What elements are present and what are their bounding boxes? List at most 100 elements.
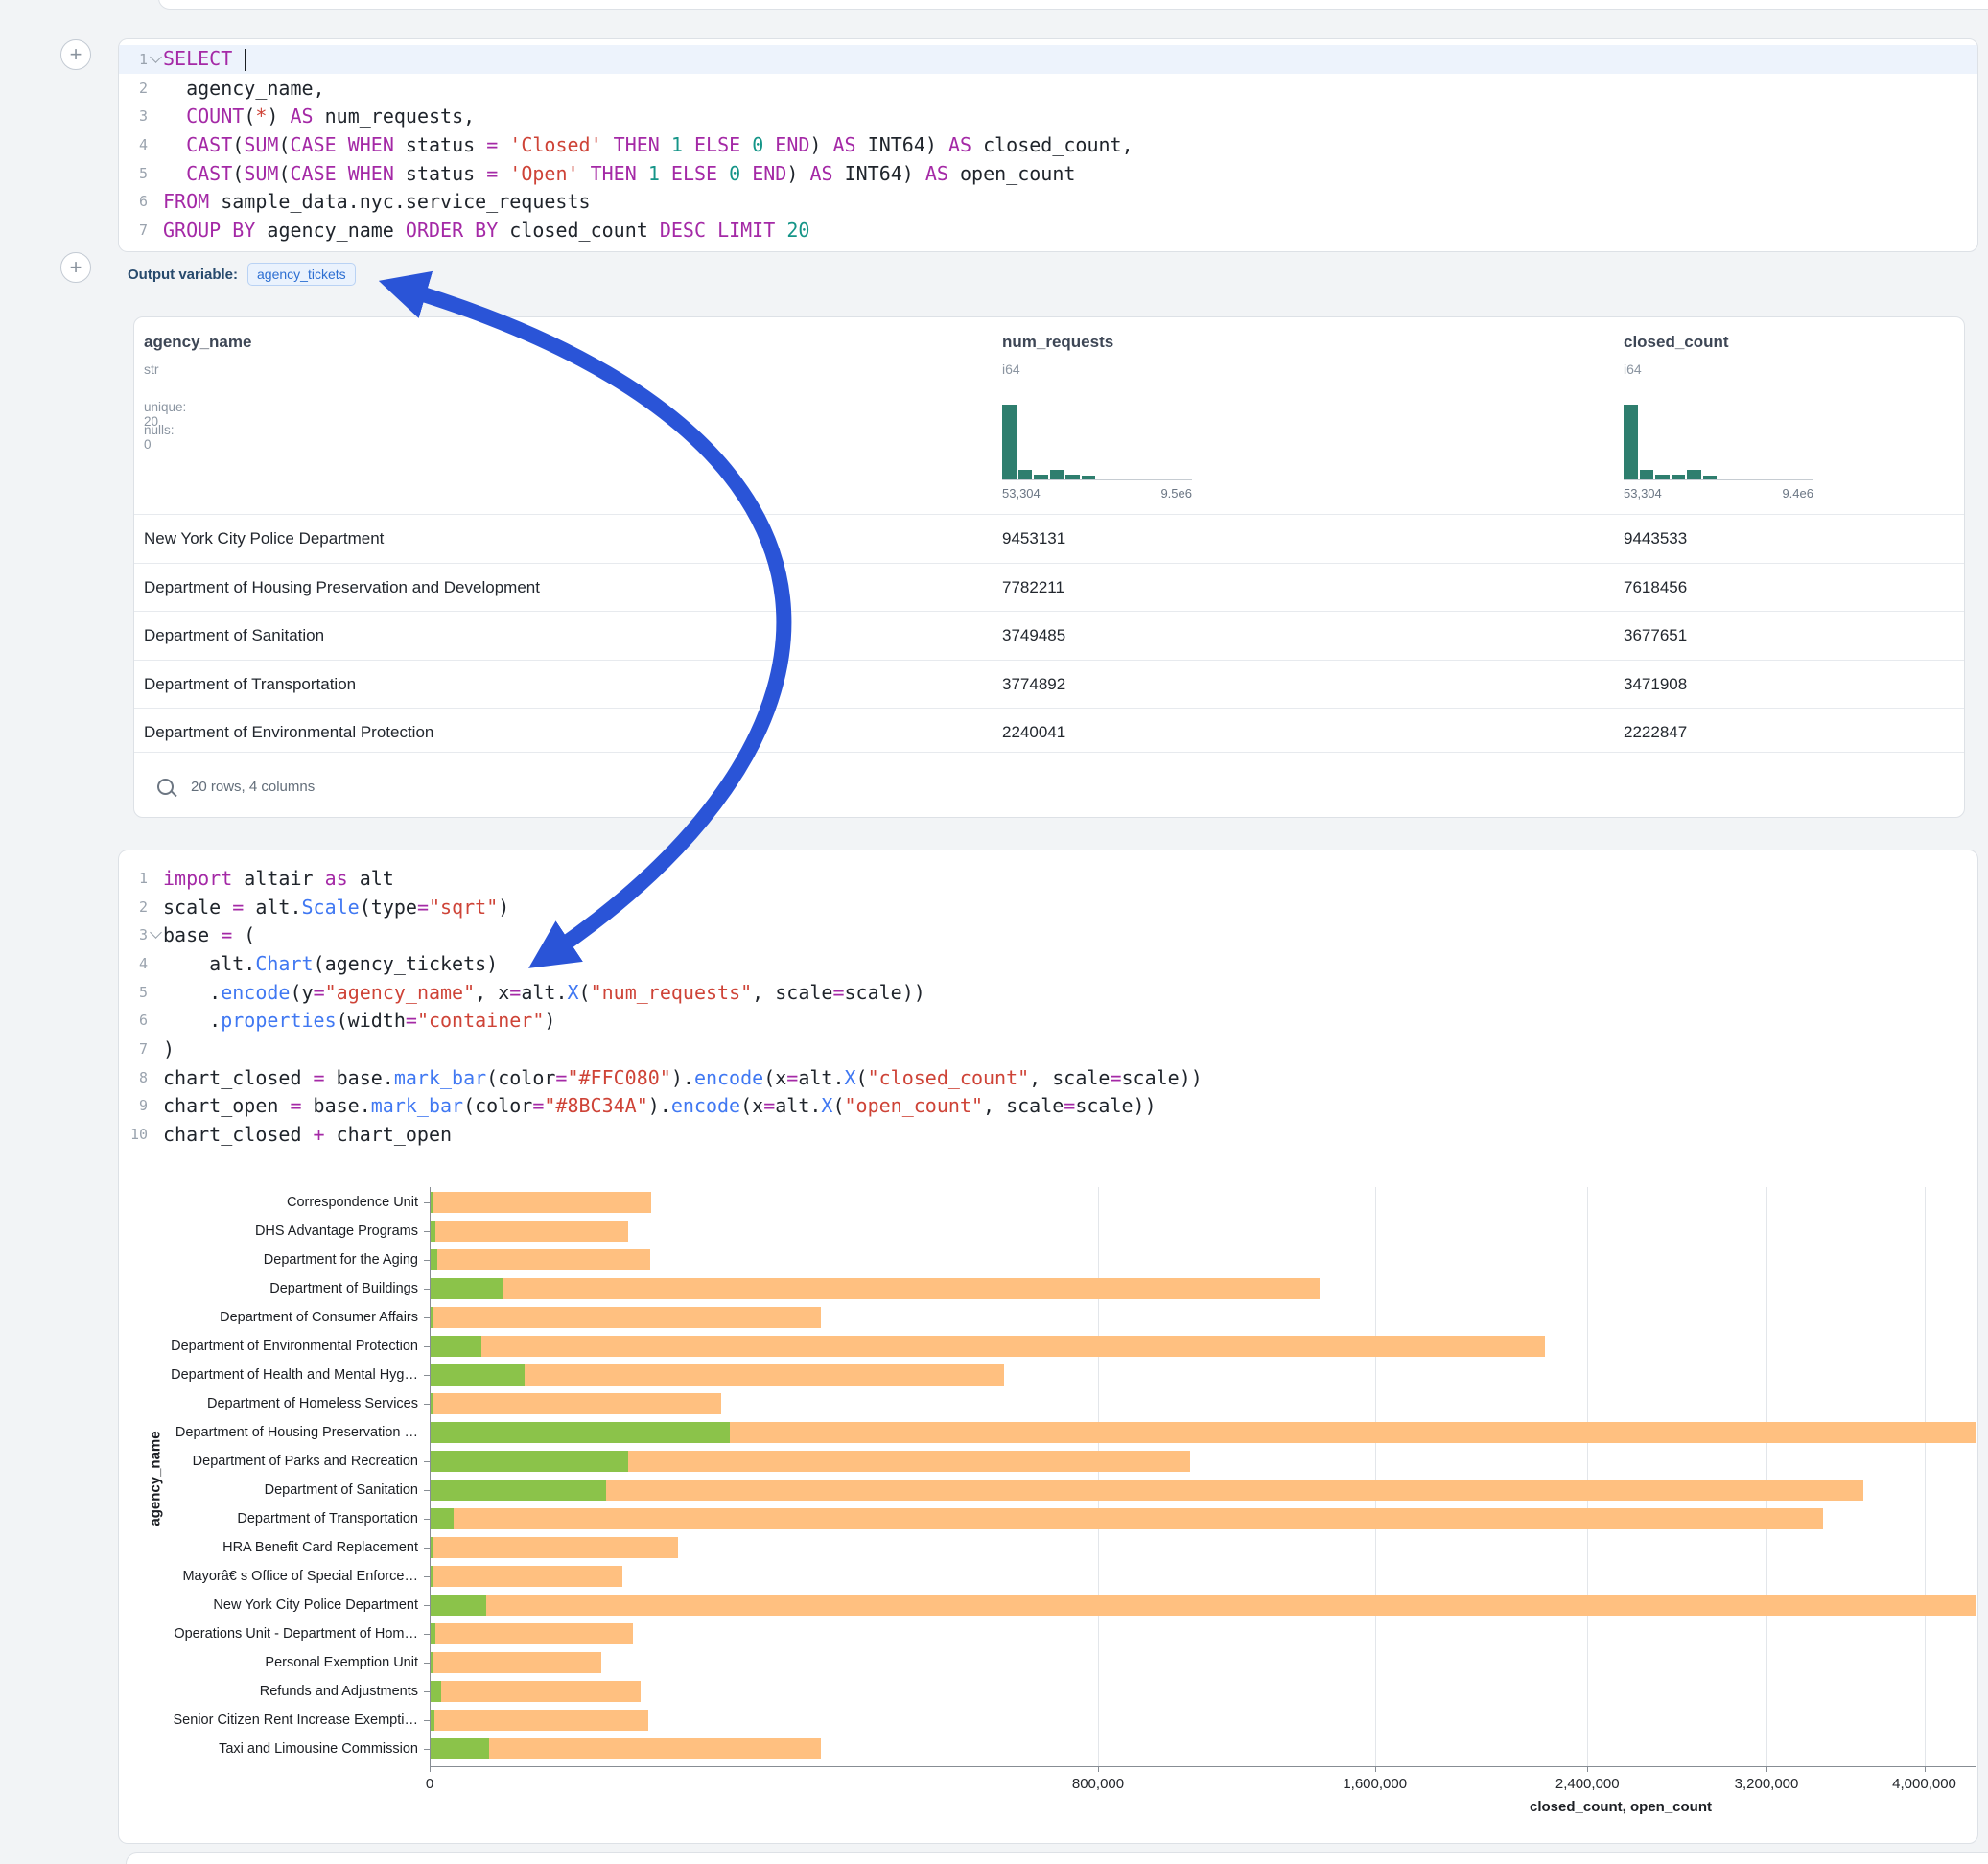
code-line[interactable]: 6 .properties(width="container"): [119, 1006, 1977, 1035]
bar-open[interactable]: [431, 1364, 525, 1386]
add-cell-button[interactable]: +: [60, 252, 91, 283]
table-cell: Department of Housing Preservation and D…: [144, 564, 540, 612]
bar-closed[interactable]: [431, 1393, 721, 1414]
table-cell: Department of Environmental Protection: [144, 709, 433, 757]
search-icon[interactable]: [157, 779, 174, 795]
y-axis-label: Department of Health and Mental Hyg…: [119, 1366, 418, 1384]
code-line[interactable]: 3base = (: [119, 920, 1977, 949]
line-number: 7: [119, 1040, 148, 1058]
code-line[interactable]: 8chart_closed = base.mark_bar(color="#FF…: [119, 1063, 1977, 1092]
bar-closed[interactable]: [431, 1278, 1320, 1299]
histogram-bar: [1018, 470, 1033, 479]
table-row[interactable]: Department of Environmental Protection22…: [134, 708, 1964, 757]
code-text: alt.Chart(agency_tickets): [163, 952, 498, 975]
code-line[interactable]: 5 .encode(y="agency_name", x=alt.X("num_…: [119, 978, 1977, 1007]
fold-chevron-icon[interactable]: [148, 58, 163, 61]
code-line[interactable]: 4 CAST(SUM(CASE WHEN status = 'Closed' T…: [119, 130, 1977, 159]
bar-open[interactable]: [431, 1221, 435, 1242]
bar-open[interactable]: [431, 1192, 433, 1213]
line-number: 4: [119, 955, 148, 972]
bar-closed[interactable]: [431, 1249, 650, 1270]
column-name: agency_name: [144, 333, 251, 352]
table-row[interactable]: New York City Police Department945313194…: [134, 514, 1964, 563]
code-text: CAST(SUM(CASE WHEN status = 'Open' THEN …: [163, 162, 1075, 185]
code-line[interactable]: 5 CAST(SUM(CASE WHEN status = 'Open' THE…: [119, 159, 1977, 188]
python-code-editor[interactable]: 1import altair as alt2scale = alt.Scale(…: [119, 864, 1977, 1149]
bar-open[interactable]: [431, 1307, 433, 1328]
bar-closed[interactable]: [431, 1307, 821, 1328]
y-axis-label: Refunds and Adjustments: [119, 1683, 418, 1700]
bar-open[interactable]: [431, 1393, 433, 1414]
bar-open[interactable]: [431, 1480, 606, 1501]
bar-open[interactable]: [431, 1566, 433, 1587]
add-cell-button[interactable]: +: [60, 39, 91, 70]
line-number: 6: [119, 1012, 148, 1029]
bar-closed[interactable]: [431, 1738, 821, 1759]
bar-closed[interactable]: [431, 1192, 651, 1213]
code-line[interactable]: 10chart_closed + chart_open: [119, 1120, 1977, 1149]
code-line[interactable]: 1SELECT: [119, 45, 1977, 74]
bar-closed[interactable]: [431, 1480, 1863, 1501]
bar-closed[interactable]: [431, 1623, 633, 1644]
table-cell: 7618456: [1624, 564, 1687, 612]
column-histogram[interactable]: [1624, 404, 1813, 480]
bar-open[interactable]: [431, 1508, 454, 1529]
code-line[interactable]: 4 alt.Chart(agency_tickets): [119, 949, 1977, 978]
bar-closed[interactable]: [431, 1221, 628, 1242]
table-row[interactable]: Department of Transportation377489234719…: [134, 660, 1964, 709]
code-text: import altair as alt: [163, 867, 394, 890]
code-line[interactable]: 7): [119, 1035, 1977, 1063]
table-row[interactable]: Department of Sanitation37494853677651: [134, 611, 1964, 660]
table-cell: 3677651: [1624, 612, 1687, 660]
bar-closed[interactable]: [431, 1652, 601, 1673]
bar-closed[interactable]: [431, 1566, 622, 1587]
bar-open[interactable]: [431, 1278, 503, 1299]
y-tick: [424, 1317, 430, 1318]
bar-open[interactable]: [431, 1738, 489, 1759]
bar-closed[interactable]: [431, 1537, 678, 1558]
sql-code-editor[interactable]: 1SELECT 2 agency_name,3 COUNT(*) AS num_…: [119, 45, 1977, 245]
bar-open[interactable]: [431, 1422, 730, 1443]
bar-open[interactable]: [431, 1595, 486, 1616]
code-line[interactable]: 9chart_open = base.mark_bar(color="#8BC3…: [119, 1092, 1977, 1121]
bar-closed[interactable]: [431, 1336, 1545, 1357]
code-line[interactable]: 6FROM sample_data.nyc.service_requests: [119, 187, 1977, 216]
bar-closed[interactable]: [431, 1595, 1976, 1616]
code-line[interactable]: 1import altair as alt: [119, 864, 1977, 893]
y-axis-label: Department of Consumer Affairs: [119, 1309, 418, 1326]
bar-closed[interactable]: [431, 1681, 641, 1702]
bar-open[interactable]: [431, 1652, 433, 1673]
y-tick: [424, 1720, 430, 1721]
bar-open[interactable]: [431, 1710, 434, 1731]
code-line[interactable]: 2scale = alt.Scale(type="sqrt"): [119, 893, 1977, 921]
y-tick: [424, 1260, 430, 1261]
column-histogram[interactable]: [1002, 404, 1192, 480]
code-line[interactable]: 3 COUNT(*) AS num_requests,: [119, 102, 1977, 130]
bar-open[interactable]: [431, 1681, 441, 1702]
table-summary: 20 rows, 4 columns: [191, 779, 315, 795]
x-axis-line: [430, 1766, 1976, 1767]
text-cursor: [245, 49, 246, 71]
bar-closed[interactable]: [431, 1710, 648, 1731]
y-axis-label: DHS Advantage Programs: [119, 1223, 418, 1240]
bar-open[interactable]: [431, 1623, 435, 1644]
histogram-bar: [1082, 476, 1096, 479]
code-line[interactable]: 2 agency_name,: [119, 74, 1977, 103]
bar-open[interactable]: [431, 1537, 433, 1558]
line-number: 9: [119, 1097, 148, 1114]
table-cell: 9443533: [1624, 515, 1687, 563]
column-name: num_requests: [1002, 333, 1113, 352]
sql-cell[interactable]: 1SELECT 2 agency_name,3 COUNT(*) AS num_…: [118, 38, 1978, 252]
table-row[interactable]: Department of Housing Preservation and D…: [134, 563, 1964, 612]
y-axis-label: Department of Parks and Recreation: [119, 1453, 418, 1470]
bar-closed[interactable]: [431, 1508, 1823, 1529]
output-variable-chip[interactable]: agency_tickets: [247, 263, 356, 286]
fold-chevron-icon[interactable]: [148, 933, 163, 937]
table-cell: Department of Transportation: [144, 661, 356, 709]
bar-open[interactable]: [431, 1249, 437, 1270]
code-text: chart_closed + chart_open: [163, 1123, 452, 1146]
code-line[interactable]: 7GROUP BY agency_name ORDER BY closed_co…: [119, 216, 1977, 245]
bar-open[interactable]: [431, 1336, 481, 1357]
bar-open[interactable]: [431, 1451, 628, 1472]
y-axis-label: Taxi and Limousine Commission: [119, 1740, 418, 1758]
